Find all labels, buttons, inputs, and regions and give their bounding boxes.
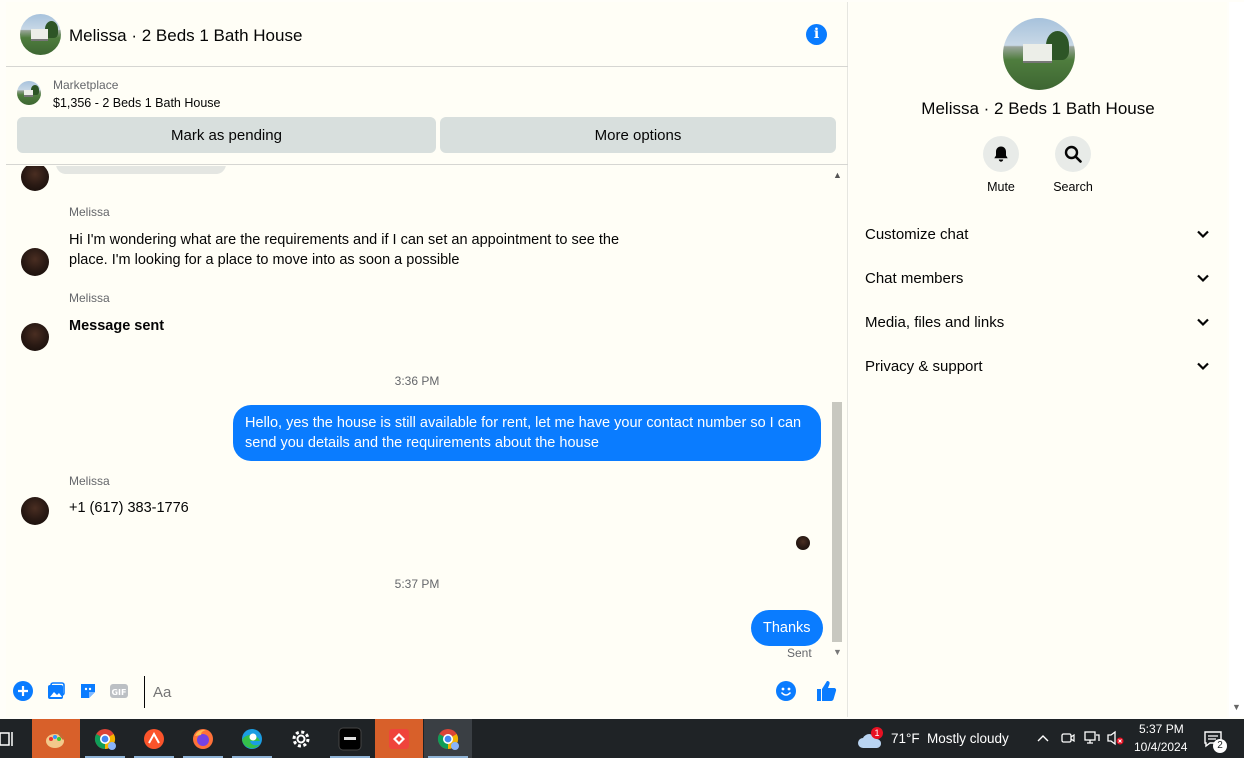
incoming-message[interactable]: +1 (617) 383-1776 [69,498,189,518]
page-scrollbar[interactable] [1229,2,1244,717]
brave-browser-icon [144,728,164,749]
sender-name: Melissa [69,205,110,219]
message-bubble-partial [56,166,226,174]
sender-name: Melissa [69,474,110,488]
conversation-title[interactable]: Melissa · 2 Beds 1 Bath House [69,26,302,46]
taskbar-app-settings[interactable] [277,719,325,758]
chrome-icon [437,728,459,750]
add-plus-icon[interactable] [13,681,33,701]
mute-button[interactable]: Mute [971,136,1031,194]
chat-header: Melissa · 2 Beds 1 Bath House i [6,2,848,67]
app-black-square-icon [338,727,362,750]
delivery-status: Sent [787,646,812,660]
search-icon [1064,145,1082,163]
taskbar-app-edge[interactable] [228,719,276,758]
taskbar-app-black[interactable] [326,719,374,758]
profile-title: Melissa · 2 Beds 1 Bath House [921,99,1155,118]
conversation-info-panel: Melissa · 2 Beds 1 Bath House Mute Searc… [849,2,1227,717]
photo-icon[interactable] [46,681,66,701]
mark-as-pending-button[interactable]: Mark as pending [17,117,436,153]
outgoing-message[interactable]: Thanks [751,610,823,646]
composer-bar: GIF [6,672,848,712]
accordion-chat-members[interactable]: Chat members [865,258,1211,298]
scroll-down-arrow-icon[interactable]: ▼ [833,647,842,657]
taskbar-app-firefox[interactable] [179,719,227,758]
incoming-message[interactable]: Hi I'm wondering what are the requiremen… [69,230,629,270]
conversation-avatar[interactable] [20,14,61,55]
chat-panel: Melissa · 2 Beds 1 Bath House i Marketpl… [6,2,848,717]
scroll-up-arrow-icon[interactable]: ▲ [833,170,842,180]
svg-text:GIF: GIF [111,688,126,697]
taskbar-app-paint[interactable] [32,719,80,758]
profile-avatar[interactable] [1003,18,1075,90]
gear-icon [292,730,310,747]
like-thumb-icon[interactable] [815,680,837,702]
chrome-icon [94,728,116,750]
sender-avatar[interactable] [21,497,49,525]
accordion-label: Customize chat [865,225,969,243]
mute-label: Mute [987,180,1015,194]
read-receipt-avatar [796,536,810,550]
accordion-label: Chat members [865,269,964,287]
timestamp: 5:37 PM [394,577,440,591]
remote-desktop-icon [389,728,409,749]
weather-badge: 1 [871,727,883,739]
timestamp: 3:36 PM [394,374,440,388]
network-icon[interactable] [1084,730,1100,746]
taskbar-app-brave[interactable] [130,719,178,758]
gif-icon[interactable]: GIF [109,681,129,701]
accordion-label: Privacy & support [865,357,983,375]
message-list[interactable]: Melissa Hi I'm wondering what are the re… [6,166,848,671]
sender-avatar[interactable] [21,248,49,276]
chevron-up-icon[interactable] [1037,733,1049,743]
volume-muted-icon[interactable] [1107,730,1125,746]
clock-time[interactable]: 5:37 PM [1139,722,1184,736]
task-view-icon[interactable] [0,731,14,747]
more-options-button[interactable]: More options [440,117,836,153]
accordion-label: Media, files and links [865,313,1005,331]
chevron-down-icon [1197,318,1209,327]
taskbar-app-chrome[interactable] [424,719,472,758]
weather-description[interactable]: Mostly cloudy [927,731,1009,746]
clock-date[interactable]: 10/4/2024 [1134,740,1187,754]
sticker-icon[interactable] [78,681,98,701]
listing-title[interactable]: $1,356 - 2 Beds 1 Bath House [53,96,220,110]
taskbar-app-anydesk[interactable] [375,719,423,758]
chevron-down-icon [1197,362,1209,371]
accordion-privacy-support[interactable]: Privacy & support [865,346,1211,386]
incoming-message[interactable]: Message sent [69,316,164,336]
marketplace-label: Marketplace [53,78,119,92]
weather-temperature[interactable]: 71°F [891,731,920,746]
taskbar-app-chrome-profile[interactable] [81,719,129,758]
info-icon[interactable]: i [806,24,827,45]
listing-thumbnail[interactable] [17,81,41,105]
message-input[interactable] [144,676,764,708]
marketplace-banner: Marketplace $1,356 - 2 Beds 1 Bath House… [6,68,848,165]
paint-app-icon [46,729,65,748]
firefox-icon [193,728,213,749]
edge-icon [242,728,262,749]
page-scroll-down-icon[interactable]: ▼ [1232,702,1241,712]
sender-avatar[interactable] [21,323,49,351]
message-scrollbar[interactable] [832,402,842,642]
chevron-down-icon [1197,274,1209,283]
chevron-down-icon [1197,230,1209,239]
meet-now-icon[interactable] [1061,730,1075,746]
accordion-customize-chat[interactable]: Customize chat [865,214,1211,254]
outgoing-message[interactable]: Hello, yes the house is still available … [233,405,821,461]
accordion-media-files-links[interactable]: Media, files and links [865,302,1211,342]
search-label: Search [1053,180,1093,194]
sender-name: Melissa [69,291,110,305]
search-button[interactable]: Search [1043,136,1103,194]
sender-avatar[interactable] [21,166,49,191]
emoji-icon[interactable] [776,681,796,701]
windows-taskbar: 1 71°F Mostly cloudy 5:37 PM 10/4/2024 2 [0,719,1244,758]
notification-count-badge: 2 [1213,739,1227,753]
bell-icon [994,146,1008,162]
